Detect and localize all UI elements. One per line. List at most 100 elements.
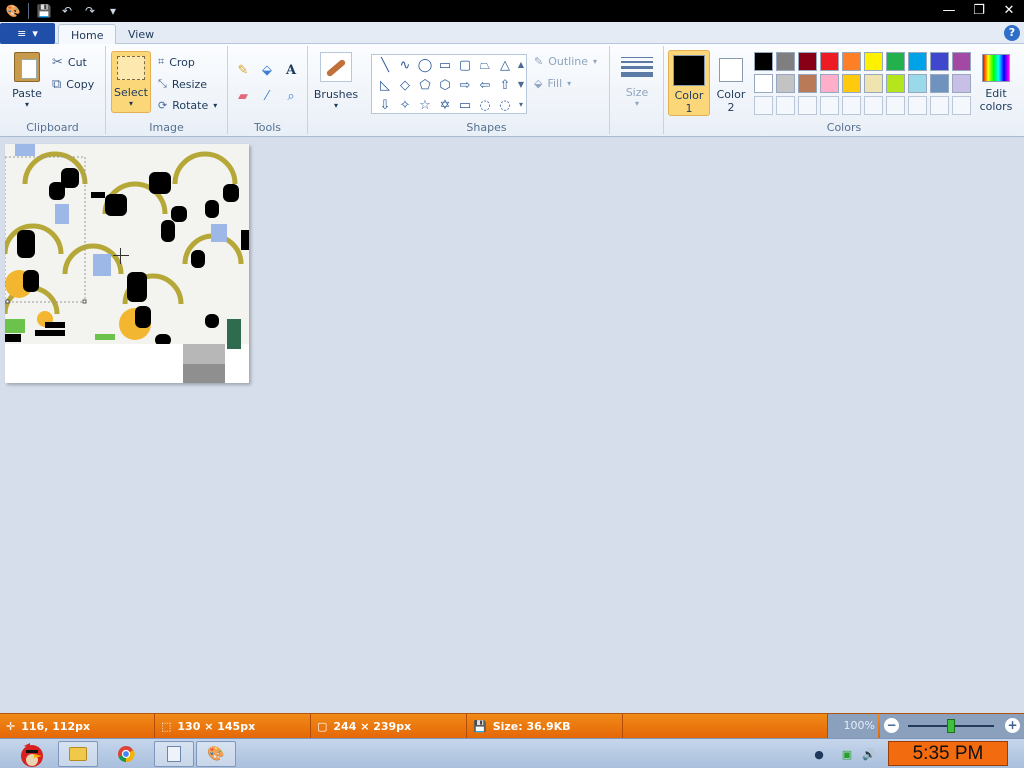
color-swatch[interactable] — [886, 74, 905, 93]
network-icon[interactable]: ▣ — [840, 747, 854, 761]
shape-item[interactable]: ⬡ — [436, 76, 454, 94]
shape-item[interactable]: ▭ — [456, 96, 474, 114]
shape-item[interactable]: ╲ — [376, 56, 394, 74]
custom-color-slot[interactable] — [842, 96, 861, 115]
zoom-thumb[interactable] — [947, 719, 955, 733]
restore-button[interactable]: ❐ — [964, 0, 994, 20]
color-swatch[interactable] — [908, 74, 927, 93]
minimize-button[interactable]: — — [934, 0, 964, 20]
brushes-button[interactable]: Brushes ▾ — [314, 52, 358, 110]
custom-color-slot[interactable] — [754, 96, 773, 115]
shape-item[interactable]: ◯ — [416, 56, 434, 74]
paint-icon[interactable]: 🎨 — [196, 741, 236, 767]
color-swatch[interactable] — [930, 74, 949, 93]
shape-item[interactable]: ✧ — [396, 96, 414, 114]
record-icon[interactable]: ● — [812, 747, 826, 761]
custom-color-slot[interactable] — [776, 96, 795, 115]
shape-item[interactable]: ☆ — [416, 96, 434, 114]
shape-item[interactable]: ∿ — [396, 56, 414, 74]
shape-item[interactable]: ⬠ — [416, 76, 434, 94]
help-icon[interactable]: ? — [1004, 25, 1020, 41]
app-menu-button[interactable]: ≡ ▾ — [0, 23, 55, 44]
paste-button[interactable]: Paste ▾ — [8, 52, 46, 109]
custom-color-slot[interactable] — [930, 96, 949, 115]
close-button[interactable]: ✕ — [994, 0, 1024, 20]
custom-color-slot[interactable] — [908, 96, 927, 115]
gallery-scroll-arrow[interactable]: ▼ — [516, 75, 526, 95]
magnifier-icon[interactable]: ⌕ — [281, 86, 301, 106]
shape-item[interactable]: ▭ — [436, 56, 454, 74]
edit-colors-button[interactable]: Edit colors — [976, 54, 1016, 113]
zoom-out-button[interactable]: − — [884, 718, 899, 733]
gallery-scroll-arrow[interactable]: ▾ — [516, 95, 526, 115]
select-button[interactable]: Select ▾ — [111, 51, 151, 113]
color-swatch[interactable] — [798, 74, 817, 93]
shape-item[interactable]: ⇩ — [376, 96, 394, 114]
tab-view[interactable]: View — [116, 24, 166, 45]
size-button[interactable]: Size ▾ — [618, 54, 656, 108]
shape-item[interactable]: ▢ — [456, 56, 474, 74]
customize-icon[interactable]: ▾ — [103, 3, 123, 19]
eraser-icon[interactable]: ▰ — [233, 86, 253, 106]
fill-icon[interactable]: ⬙ — [257, 60, 277, 80]
color-swatch[interactable] — [798, 52, 817, 71]
canvas-workspace[interactable] — [0, 138, 1024, 713]
tab-home[interactable]: Home — [58, 24, 117, 45]
text-icon[interactable]: A — [281, 60, 301, 80]
color-swatch[interactable] — [820, 52, 839, 71]
color-swatch[interactable] — [776, 74, 795, 93]
zoom-slider[interactable]: − + — [880, 714, 1024, 738]
gallery-scroll-arrow[interactable]: ▲ — [516, 55, 526, 75]
shape-item[interactable]: ⏢ — [476, 56, 494, 74]
fill-button[interactable]: ⬙ Fill ▾ — [534, 77, 571, 90]
color-swatch[interactable] — [842, 74, 861, 93]
copy-button[interactable]: ⧉ Copy — [52, 77, 94, 92]
custom-color-slot[interactable] — [820, 96, 839, 115]
custom-color-slot[interactable] — [864, 96, 883, 115]
save-icon[interactable]: 💾 — [34, 3, 54, 19]
redo-icon[interactable]: ↷ — [80, 3, 100, 19]
rotate-button[interactable]: ⟳ Rotate ▾ — [158, 99, 217, 112]
color-swatch[interactable] — [908, 52, 927, 71]
volume-icon[interactable]: 🔊 — [862, 747, 876, 761]
color-swatch[interactable] — [864, 52, 883, 71]
color-swatch[interactable] — [930, 52, 949, 71]
shape-item[interactable]: ◺ — [376, 76, 394, 94]
clock[interactable]: 5:35 PM — [888, 741, 1008, 766]
color-swatch[interactable] — [842, 52, 861, 71]
explorer-icon[interactable] — [58, 741, 98, 767]
shape-item[interactable]: ⇧ — [496, 76, 514, 94]
crop-button[interactable]: ⌗ Crop — [158, 55, 195, 69]
shape-item[interactable]: ⇦ — [476, 76, 494, 94]
color-swatch[interactable] — [776, 52, 795, 71]
start-orb[interactable] — [2, 741, 58, 767]
shape-item[interactable]: ◌ — [476, 96, 494, 114]
color1-button[interactable]: Color 1 — [668, 50, 710, 116]
paint-app-icon[interactable]: 🎨 — [3, 3, 23, 19]
shape-item[interactable]: ✡ — [436, 96, 454, 114]
color-swatch[interactable] — [820, 74, 839, 93]
drawing-canvas[interactable] — [5, 144, 249, 383]
custom-color-slot[interactable] — [798, 96, 817, 115]
color-swatch[interactable] — [886, 52, 905, 71]
color-swatch[interactable] — [952, 74, 971, 93]
custom-color-slot[interactable] — [886, 96, 905, 115]
color-swatch[interactable] — [952, 52, 971, 71]
shape-item[interactable]: △ — [496, 56, 514, 74]
shape-item[interactable]: ⇨ — [456, 76, 474, 94]
color-swatch[interactable] — [864, 74, 883, 93]
pencil-icon[interactable]: ✎ — [233, 60, 253, 80]
undo-icon[interactable]: ↶ — [57, 3, 77, 19]
outline-button[interactable]: ✎ Outline ▾ — [534, 55, 597, 68]
color-swatch[interactable] — [754, 74, 773, 93]
zoom-in-button[interactable]: + — [1005, 718, 1020, 733]
shape-item[interactable]: ◇ — [396, 76, 414, 94]
color-picker-icon[interactable]: ⁄ — [257, 86, 277, 106]
color2-button[interactable]: Color 2 — [712, 54, 750, 114]
color-swatch[interactable] — [754, 52, 773, 71]
chrome-icon[interactable] — [106, 741, 146, 767]
shape-item[interactable]: ◌ — [496, 96, 514, 114]
custom-color-slot[interactable] — [952, 96, 971, 115]
cut-button[interactable]: ✂ Cut — [52, 55, 87, 70]
resize-button[interactable]: ⤡ Resize — [158, 77, 207, 91]
